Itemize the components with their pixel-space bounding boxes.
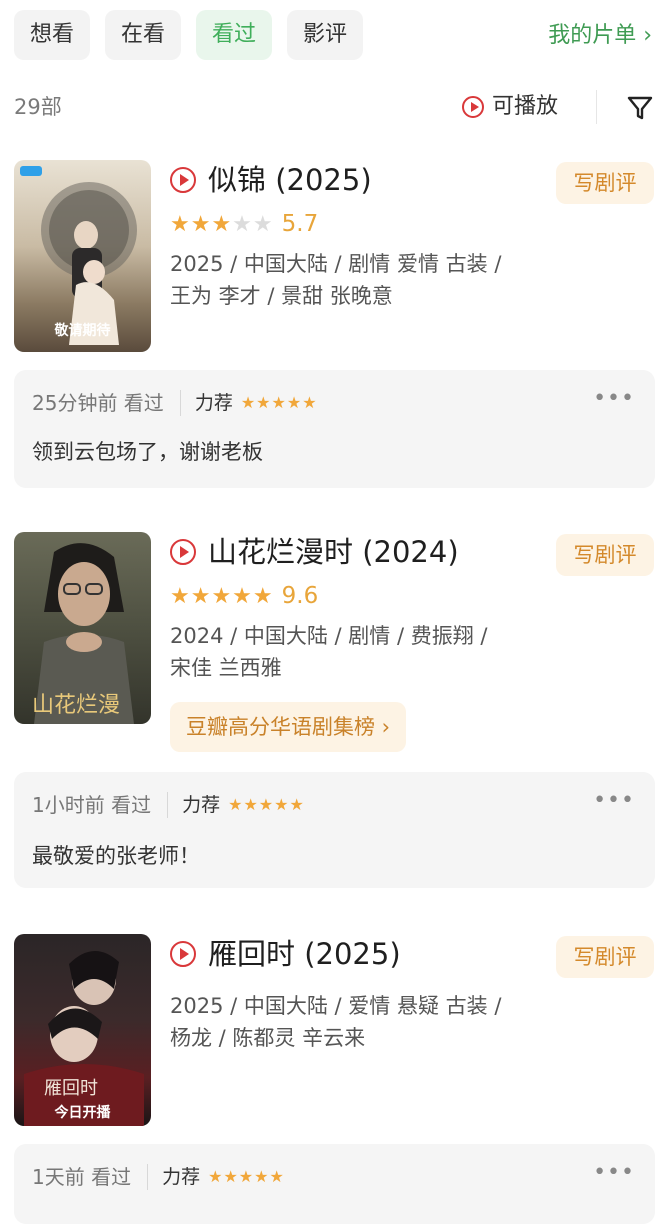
rating-stars: ★★★★★ 9.6	[170, 583, 319, 609]
poster-caption: 敬请期待	[54, 323, 111, 339]
tab-reviews[interactable]: 影评	[287, 10, 363, 60]
title-text: 雁回时 (2025)	[208, 937, 401, 971]
poster-caption: 今日开播	[54, 1105, 111, 1121]
play-circle-icon[interactable]	[170, 167, 196, 193]
write-review-button[interactable]: 写剧评	[556, 936, 654, 978]
meta-line: 王为 李才 / 景甜 张晚意	[170, 284, 393, 308]
review-card[interactable]: 1天前 看过 力荐 ★★★★★ •••	[14, 1144, 655, 1224]
review-tag: 力荐	[162, 1166, 201, 1188]
item-meta: 2025 / 中国大陆 / 剧情 爱情 古装 / 王为 李才 / 景甜 张晚意	[170, 248, 550, 312]
svg-text:雁回时: 雁回时	[44, 1078, 98, 1099]
my-list-link[interactable]: 我的片单 ›	[548, 20, 652, 52]
review-time: 1小时前 看过	[32, 793, 152, 817]
tab-want-to-watch[interactable]: 想看	[14, 10, 90, 60]
review-header: 25分钟前 看过 力荐 ★★★★★	[32, 388, 318, 418]
review-card[interactable]: 25分钟前 看过 力荐 ★★★★★ ••• 领到云包场了，谢谢老板	[14, 370, 655, 488]
play-circle-icon[interactable]	[170, 941, 196, 967]
score: 5.7	[281, 211, 319, 237]
rating-stars: ★★★★★ 5.7	[170, 211, 319, 237]
review-stars: ★★★★★	[228, 795, 305, 814]
meta-line: 2025 / 中国大陆 / 爱情 悬疑 古装 /	[170, 994, 502, 1018]
review-stars: ★★★★★	[240, 393, 318, 412]
play-circle-icon	[462, 96, 484, 118]
review-tag: 力荐	[194, 392, 233, 414]
item-title[interactable]: 山花烂漫时 (2024)	[170, 532, 459, 572]
meta-line: 宋佳 兰西雅	[170, 656, 282, 680]
write-review-button[interactable]: 写剧评	[556, 162, 654, 204]
review-stars: ★★★★★	[208, 1167, 285, 1186]
poster-image[interactable]: 雁回时 今日开播	[14, 934, 151, 1126]
tab-watching[interactable]: 在看	[105, 10, 181, 60]
divider	[167, 792, 169, 818]
more-dots-icon[interactable]: •••	[593, 1158, 635, 1188]
review-text: 最敬爱的张老师！	[32, 844, 200, 868]
item-meta: 2025 / 中国大陆 / 爱情 悬疑 古装 / 杨龙 / 陈都灵 辛云来	[170, 990, 550, 1054]
poster-image[interactable]: 敬请期待	[14, 160, 151, 352]
tab-watched[interactable]: 看过	[196, 10, 272, 60]
play-circle-icon[interactable]	[170, 539, 196, 565]
score: 9.6	[281, 583, 319, 609]
meta-line: 2024 / 中国大陆 / 剧情 / 费振翔 /	[170, 624, 488, 648]
poster-image[interactable]: 山花烂漫	[14, 532, 151, 724]
playable-filter[interactable]: 可播放	[462, 90, 558, 124]
divider	[179, 390, 181, 416]
review-text: 领到云包场了，谢谢老板	[32, 440, 263, 464]
meta-line: 2025 / 中国大陆 / 剧情 爱情 古装 /	[170, 252, 502, 276]
funnel-icon[interactable]	[626, 94, 654, 122]
item-count: 29部	[14, 95, 62, 119]
item-title[interactable]: 雁回时 (2025)	[170, 934, 401, 974]
review-card[interactable]: 1小时前 看过 力荐 ★★★★★ ••• 最敬爱的张老师！	[14, 772, 655, 888]
review-tag: 力荐	[182, 794, 221, 816]
meta-line: 杨龙 / 陈都灵 辛云来	[170, 1026, 366, 1050]
review-header: 1小时前 看过 力荐 ★★★★★	[32, 790, 305, 820]
title-text: 似锦 (2025)	[208, 163, 372, 197]
ranking-badge[interactable]: 豆瓣高分华语剧集榜 ›	[170, 702, 407, 752]
svg-text:山花烂漫: 山花烂漫	[32, 693, 120, 718]
divider	[596, 90, 597, 124]
item-title[interactable]: 似锦 (2025)	[170, 160, 372, 200]
item-meta: 2024 / 中国大陆 / 剧情 / 费振翔 / 宋佳 兰西雅	[170, 620, 550, 684]
review-time: 1天前 看过	[32, 1165, 132, 1189]
poster-art: 山花烂漫	[32, 543, 134, 724]
review-time: 25分钟前 看过	[32, 391, 164, 415]
write-review-button[interactable]: 写剧评	[556, 534, 654, 576]
poster-art: 雁回时	[24, 950, 144, 1126]
more-dots-icon[interactable]: •••	[593, 786, 635, 816]
divider	[147, 1164, 149, 1190]
playable-label: 可播放	[492, 94, 559, 119]
more-dots-icon[interactable]: •••	[593, 384, 635, 414]
title-text: 山花烂漫时 (2024)	[208, 535, 459, 569]
review-header: 1天前 看过 力荐 ★★★★★	[32, 1162, 285, 1192]
